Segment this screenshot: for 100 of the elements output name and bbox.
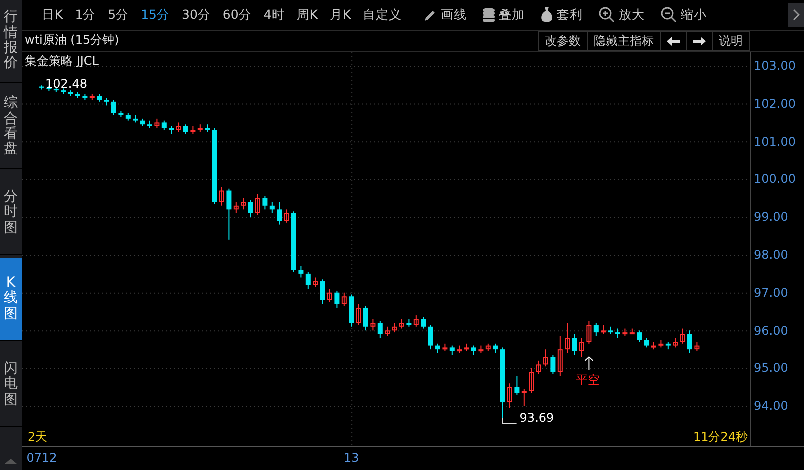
candlestick xyxy=(472,345,476,356)
candlestick xyxy=(220,186,224,206)
toolbar-button[interactable]: 叠加 xyxy=(483,6,526,24)
chart-button[interactable]: 隐藏主指标 xyxy=(587,31,660,51)
candlestick xyxy=(262,196,268,210)
period-tab[interactable]: 30分 xyxy=(176,6,217,24)
zoom-in-icon xyxy=(599,7,616,23)
candlestick xyxy=(558,336,563,377)
candlestick xyxy=(529,368,534,394)
candlestick xyxy=(234,202,239,214)
price-axis-label: 99.00 xyxy=(754,210,788,224)
candlestick xyxy=(565,322,570,354)
low-price-label: 93.69 xyxy=(520,411,554,426)
candlestick xyxy=(270,202,275,214)
period-tab[interactable]: 5分 xyxy=(102,6,136,24)
scroll-left-button[interactable] xyxy=(660,31,686,51)
sidebar-tab[interactable]: 分时图 xyxy=(0,172,22,255)
candlestick xyxy=(522,388,527,407)
candlestick xyxy=(370,318,376,332)
candlestick xyxy=(616,328,620,339)
candlestick xyxy=(637,330,642,343)
candlestick xyxy=(313,277,318,288)
toolbar-button[interactable]: 画线 xyxy=(424,6,468,24)
sidebar-tab[interactable]: 综合看盘 xyxy=(0,86,22,169)
candlestick xyxy=(428,324,434,350)
range-label: 2天 xyxy=(28,429,48,446)
candlestick xyxy=(594,322,599,337)
candlestick xyxy=(226,188,232,240)
candlestick xyxy=(162,120,167,131)
toolbar-button[interactable]: 套利 xyxy=(541,6,584,24)
price-axis-label: 95.00 xyxy=(754,361,788,376)
candlestick xyxy=(328,288,332,303)
high-price-label: 102.48 xyxy=(46,76,88,91)
period-tab[interactable]: 4时 xyxy=(258,6,291,24)
candlestick xyxy=(176,122,182,133)
countdown-label: 11分24秒 xyxy=(693,429,748,446)
price-axis-label: 101.00 xyxy=(754,134,796,149)
candlestick xyxy=(154,118,160,129)
candlestick xyxy=(400,318,404,330)
zoom-out-icon xyxy=(661,7,678,23)
candlestick xyxy=(572,334,578,356)
arrow-right-icon xyxy=(693,36,706,46)
candlestick xyxy=(508,383,512,409)
candlestick xyxy=(644,338,650,348)
candlestick xyxy=(284,209,290,224)
sidebar-tab[interactable]: K线图 xyxy=(0,258,22,341)
candlestick xyxy=(356,304,362,326)
candlestick xyxy=(544,349,548,368)
candlestick xyxy=(450,345,455,356)
candlestick xyxy=(536,360,542,375)
chevron-right-icon xyxy=(792,9,800,21)
time-axis-label: 13 xyxy=(344,451,360,465)
period-tab[interactable]: 15分 xyxy=(135,6,176,24)
candlestick xyxy=(421,316,426,330)
candlestick xyxy=(320,279,326,305)
price-axis-label: 100.00 xyxy=(754,172,796,186)
candlestick xyxy=(385,326,390,337)
candlestick xyxy=(342,292,347,307)
period-tab[interactable]: 1分 xyxy=(69,6,102,24)
scroll-right-button[interactable] xyxy=(686,31,712,51)
candlestick xyxy=(248,200,254,218)
coin-stack-icon xyxy=(483,8,496,22)
candlestick xyxy=(680,328,686,344)
candlestick xyxy=(673,338,678,348)
candlestick xyxy=(493,343,498,354)
period-tab[interactable]: 60分 xyxy=(216,6,258,24)
candlestick xyxy=(364,306,368,332)
price-axis-label: 103.00 xyxy=(754,58,796,73)
candlestick xyxy=(112,100,116,116)
candlestick xyxy=(277,202,282,226)
price-axis-label: 96.00 xyxy=(754,324,788,338)
candlestick xyxy=(601,324,606,335)
candlestick xyxy=(414,315,419,328)
sidebar-tab[interactable]: 行情报价 xyxy=(0,0,22,83)
arrow-left-icon xyxy=(667,36,680,46)
money-bag-icon xyxy=(541,7,554,23)
time-axis-label: 0712 xyxy=(26,451,58,465)
chart-button[interactable]: 说明 xyxy=(712,31,749,51)
pencil-icon xyxy=(424,8,438,22)
price-axis-label: 97.00 xyxy=(754,286,788,300)
period-tab[interactable]: 月K xyxy=(324,6,358,24)
candlestick xyxy=(378,320,383,339)
toolbar-button[interactable]: 放大 xyxy=(599,6,646,24)
candlestick xyxy=(550,354,556,375)
trade-signal-label: 平空 xyxy=(576,372,600,390)
strategy-name: 集金策略 JJCL xyxy=(25,53,99,70)
period-tab[interactable]: 周K xyxy=(290,6,324,24)
candlestick xyxy=(306,272,311,290)
candlestick xyxy=(580,338,584,358)
toolbar-button[interactable]: 缩小 xyxy=(661,6,708,24)
period-tab[interactable]: 日K xyxy=(36,6,70,24)
chart-button[interactable]: 改参数 xyxy=(538,31,587,51)
candlestick xyxy=(514,376,520,396)
candlestick xyxy=(586,320,592,344)
period-tab[interactable]: 自定义 xyxy=(357,6,408,24)
sidebar-tab[interactable]: 闪电图 xyxy=(0,344,22,427)
candlestick xyxy=(688,330,692,354)
candlestick xyxy=(241,198,246,210)
price-axis-label: 102.00 xyxy=(754,96,796,111)
candlestick xyxy=(298,266,304,278)
